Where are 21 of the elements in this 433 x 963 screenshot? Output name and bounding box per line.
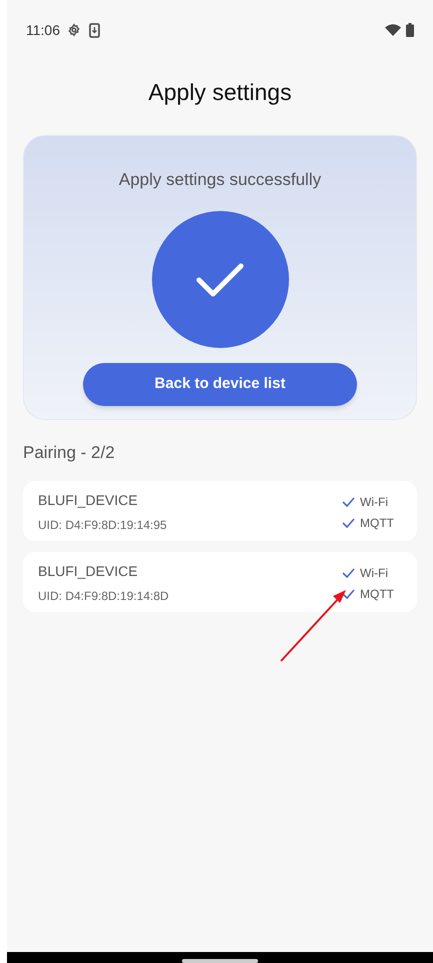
step-label: Wi-Fi [360,565,388,581]
battery-icon [406,23,414,37]
device-uid: UID: D4:F9:8D:19:14:95 [38,517,168,533]
device-name: BLUFI_DEVICE [38,562,139,580]
pairing-heading: Pairing - 2/2 [23,442,116,464]
device-card[interactable]: BLUFI_DEVICE UID: D4:F9:8D:19:14:95 Wi-Fi MQTT [23,481,417,541]
step-label: Wi-Fi [360,494,388,510]
gear-icon [67,23,81,37]
screen-title: Apply settings [147,78,293,107]
phone-download-icon [89,22,100,38]
step-label: MQTT [360,586,394,602]
check-icon [196,262,244,298]
success-message: Apply settings successfully [118,169,322,191]
device-card[interactable]: BLUFI_DEVICE UID: D4:F9:8D:19:14:8D Wi-Fi MQTT [23,552,417,612]
device-uid: UID: D4:F9:8D:19:14:8D [38,588,170,604]
home-indicator[interactable] [182,959,258,963]
wifi-icon [385,24,401,36]
device-name: BLUFI_DEVICE [38,491,139,509]
status-time: 11:06 [26,20,60,40]
step-label: MQTT [360,515,394,531]
back-button[interactable]: Back to device list [83,363,357,406]
